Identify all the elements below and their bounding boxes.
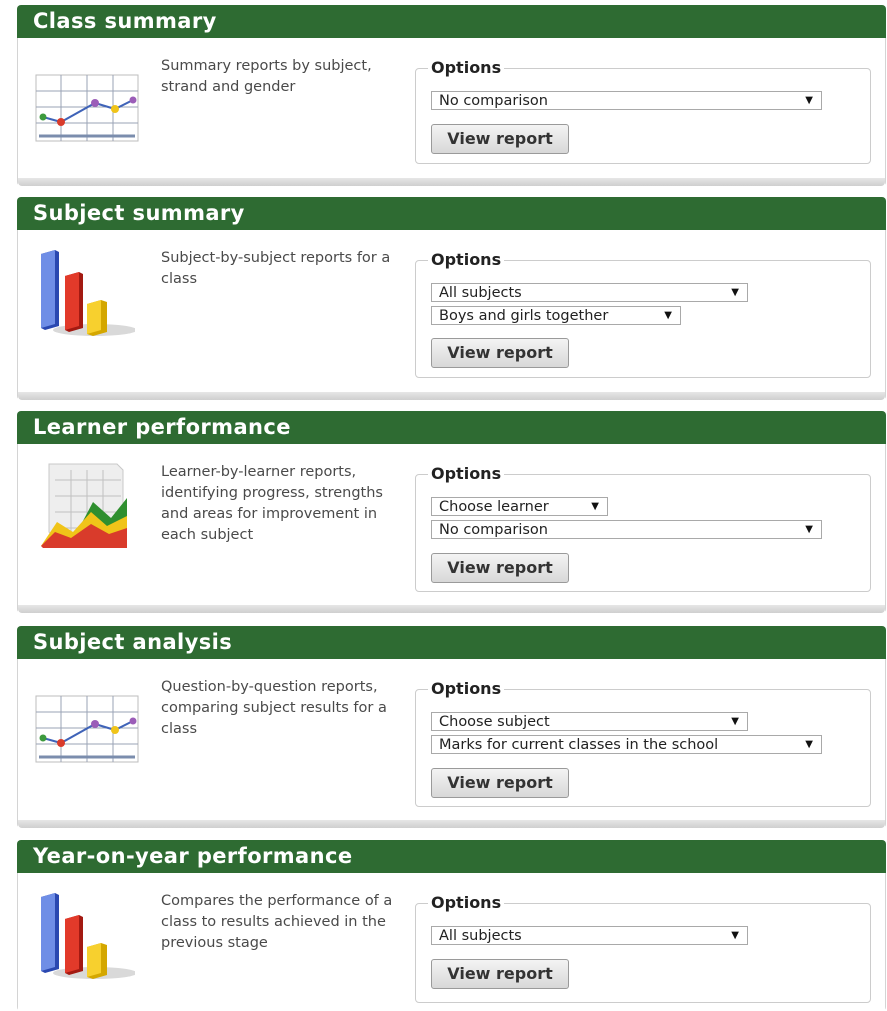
panel-description: Learner-by-learner reports, identifying …: [161, 464, 383, 543]
select-value: Choose subject: [439, 714, 550, 730]
view-report-button[interactable]: View report: [431, 768, 569, 798]
dropdown-arrow-icon: ▼: [805, 739, 813, 750]
panel-body: Question-by-question reports, comparing …: [17, 659, 886, 828]
select-value: Marks for current classes in the school: [439, 737, 719, 753]
options-group: Options Choose subject ▼ Marks for curre…: [415, 679, 871, 807]
comparison-select[interactable]: No comparison ▼: [431, 520, 822, 539]
learner-select[interactable]: Choose learner ▼: [431, 497, 608, 516]
panel-title: Subject summary: [17, 197, 886, 230]
options-group: Options All subjects ▼ View report: [415, 893, 871, 1003]
subject-select[interactable]: All subjects ▼: [431, 283, 748, 302]
options-group: Options All subjects ▼ Boys and girls to…: [415, 250, 871, 378]
panel-description: Summary reports by subject, strand and g…: [161, 58, 372, 95]
dropdown-arrow-icon: ▼: [664, 310, 672, 321]
dropdown-arrow-icon: ▼: [731, 930, 739, 941]
options-group: Options No comparison ▼ View report: [415, 58, 871, 164]
panel-footer-bar: [18, 392, 885, 400]
panel-footer-bar: [18, 605, 885, 613]
select-value: Boys and girls together: [439, 308, 609, 324]
options-legend: Options: [428, 893, 505, 913]
panel-learner-performance: Learner performance Learner-by-learner r…: [17, 411, 886, 613]
select-value: Choose learner: [439, 499, 549, 515]
marks-select[interactable]: Marks for current classes in the school …: [431, 735, 822, 754]
panel-footer-bar: [18, 820, 885, 828]
options-legend: Options: [428, 679, 505, 699]
subject-select[interactable]: All subjects ▼: [431, 926, 748, 945]
line-chart-icon: [35, 695, 139, 767]
panel-body: Compares the performance of a class to r…: [17, 873, 886, 1011]
dropdown-arrow-icon: ▼: [731, 716, 739, 727]
panel-title: Subject analysis: [17, 626, 886, 659]
gender-select[interactable]: Boys and girls together ▼: [431, 306, 681, 325]
select-value: No comparison: [439, 93, 548, 109]
options-legend: Options: [428, 58, 505, 78]
panel-title: Class summary: [17, 5, 886, 38]
panel-subject-analysis: Subject analysis Question-by-question re…: [17, 626, 886, 828]
dropdown-arrow-icon: ▼: [591, 501, 599, 512]
panel-class-summary: Class summary Summary reports by subject…: [17, 5, 886, 186]
panel-subject-summary: Subject summary Subject-by-subject repor…: [17, 197, 886, 400]
line-chart-icon: [35, 74, 139, 146]
view-report-button[interactable]: View report: [431, 959, 569, 989]
panel-title: Year-on-year performance: [17, 840, 886, 873]
panel-body: Learner-by-learner reports, identifying …: [17, 444, 886, 613]
options-legend: Options: [428, 250, 505, 270]
panel-description: Compares the performance of a class to r…: [161, 893, 393, 951]
view-report-button[interactable]: View report: [431, 338, 569, 368]
panel-description: Subject-by-subject reports for a class: [161, 250, 391, 287]
panel-description: Question-by-question reports, comparing …: [161, 679, 387, 737]
select-value: No comparison: [439, 522, 548, 538]
subject-select[interactable]: Choose subject ▼: [431, 712, 748, 731]
view-report-button[interactable]: View report: [431, 553, 569, 583]
select-value: All subjects: [439, 285, 522, 301]
options-legend: Options: [428, 464, 505, 484]
comparison-select[interactable]: No comparison ▼: [431, 91, 822, 110]
panel-footer-bar: [18, 178, 885, 186]
dropdown-arrow-icon: ▼: [731, 287, 739, 298]
panel-body: Subject-by-subject reports for a class O…: [17, 230, 886, 400]
panel-year-on-year-performance: Year-on-year performance Compares the pe…: [17, 840, 886, 1011]
area-chart-icon: [35, 462, 135, 556]
view-report-button[interactable]: View report: [431, 124, 569, 154]
panel-title: Learner performance: [17, 411, 886, 444]
select-value: All subjects: [439, 928, 522, 944]
panel-body: Summary reports by subject, strand and g…: [17, 38, 886, 186]
options-group: Options Choose learner ▼ No comparison ▼…: [415, 464, 871, 592]
dropdown-arrow-icon: ▼: [805, 524, 813, 535]
bar-chart-icon: [35, 248, 137, 342]
dropdown-arrow-icon: ▼: [805, 95, 813, 106]
bar-chart-icon: [35, 891, 137, 985]
